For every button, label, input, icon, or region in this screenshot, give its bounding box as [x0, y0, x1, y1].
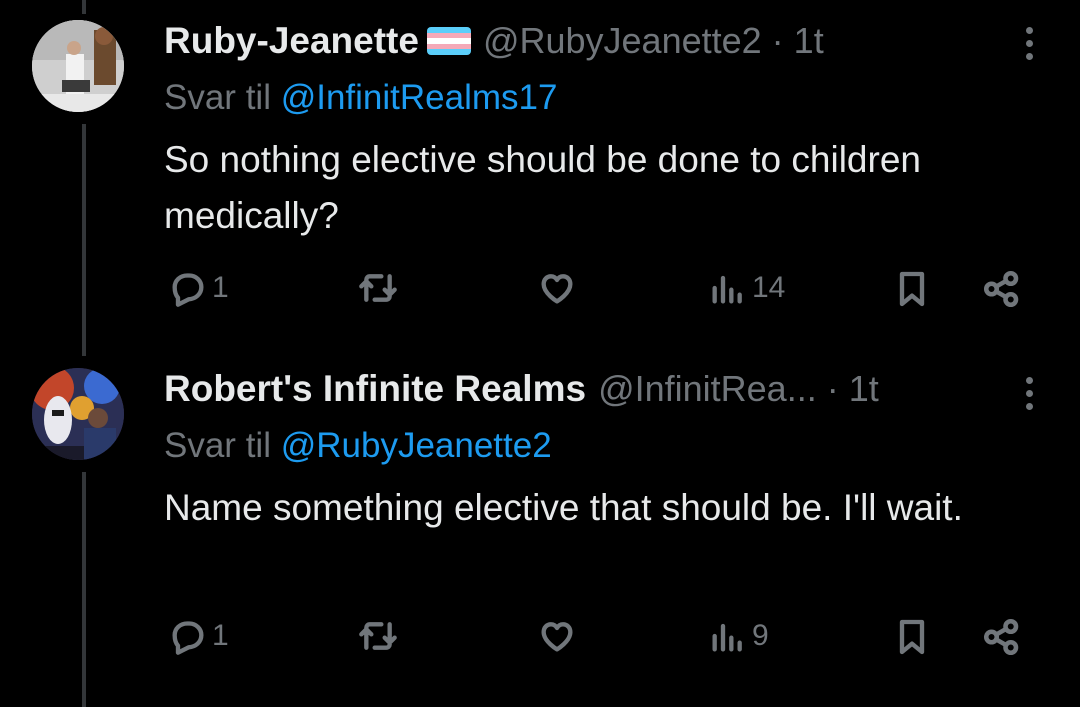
views-icon — [712, 623, 742, 652]
heart-icon — [541, 274, 573, 304]
action-bar: 1 14 — [0, 268, 1080, 318]
display-name[interactable]: Robert's Infinite Realms — [164, 368, 586, 410]
heart-icon — [541, 622, 573, 652]
avatar-image — [32, 368, 124, 460]
views-button[interactable]: 14 — [708, 268, 785, 308]
reply-count: 1 — [212, 271, 229, 304]
bookmark-icon — [899, 619, 925, 655]
tweet[interactable]: Ruby-Jeanette @RubyJeanette2 · 1t Svar t… — [0, 0, 1080, 340]
retweet-button[interactable] — [356, 268, 400, 308]
avatar-image — [32, 20, 124, 112]
trans-flag-emoji — [426, 27, 471, 55]
share-button[interactable] — [980, 268, 1024, 310]
views-icon — [712, 275, 742, 304]
like-button[interactable] — [536, 268, 578, 308]
avatar[interactable] — [32, 20, 124, 112]
retweet-icon — [359, 274, 397, 302]
dot-separator: · — [771, 20, 784, 61]
bookmark-icon — [899, 271, 925, 307]
tweet-header: Ruby-Jeanette @RubyJeanette2 · 1t — [164, 20, 824, 62]
avatar[interactable] — [32, 368, 124, 460]
view-count: 14 — [752, 271, 786, 304]
reply-context: Svar til @RubyJeanette2 — [164, 426, 552, 466]
reply-icon — [172, 621, 204, 655]
reply-icon — [172, 273, 204, 307]
more-options-icon[interactable] — [1026, 377, 1034, 416]
dot-separator: · — [826, 368, 839, 409]
retweet-button[interactable] — [356, 616, 400, 656]
reply-to-link[interactable]: @InfinitRealms17 — [281, 78, 558, 117]
reply-button[interactable]: 1 — [168, 268, 229, 308]
timestamp[interactable]: 1t — [794, 20, 824, 62]
reply-prefix: Svar til — [164, 426, 271, 465]
tweet-text: So nothing elective should be done to ch… — [164, 139, 921, 236]
tweet[interactable]: Robert's Infinite Realms @InfinitRea... … — [0, 350, 1080, 707]
reply-button[interactable]: 1 — [168, 616, 229, 656]
share-icon — [983, 270, 1019, 308]
reply-count: 1 — [212, 619, 229, 652]
share-icon — [983, 618, 1019, 656]
views-button[interactable]: 9 — [708, 616, 769, 656]
tweet-text: Name something elective that should be. … — [164, 487, 963, 528]
share-button[interactable] — [980, 616, 1024, 658]
handle[interactable]: @RubyJeanette2 — [483, 20, 762, 62]
view-count: 9 — [752, 619, 769, 652]
tweet-header: Robert's Infinite Realms @InfinitRea... … — [164, 368, 879, 410]
action-bar: 1 9 — [0, 616, 1080, 666]
reply-context: Svar til @InfinitRealms17 — [164, 78, 557, 118]
more-options-icon[interactable] — [1026, 27, 1034, 66]
like-button[interactable] — [536, 616, 578, 656]
bookmark-button[interactable] — [892, 616, 932, 658]
retweet-icon — [359, 622, 397, 650]
bookmark-button[interactable] — [892, 268, 932, 310]
handle[interactable]: @InfinitRea... — [598, 368, 817, 410]
reply-prefix: Svar til — [164, 78, 271, 117]
timestamp[interactable]: 1t — [849, 368, 879, 410]
display-name[interactable]: Ruby-Jeanette — [164, 20, 419, 62]
reply-to-link[interactable]: @RubyJeanette2 — [281, 426, 552, 465]
